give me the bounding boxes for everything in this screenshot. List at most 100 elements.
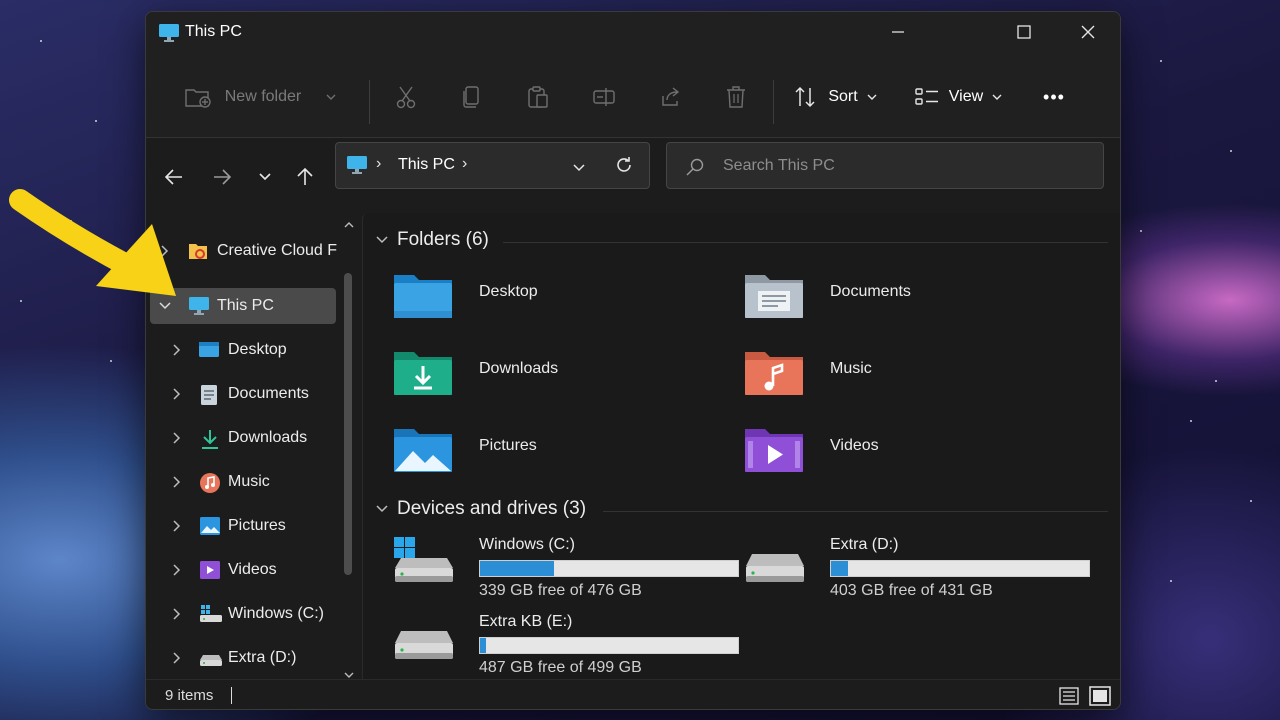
chevron-right-icon (173, 432, 181, 444)
drive-free-space: 339 GB free of 476 GB (479, 582, 642, 599)
recent-locations-button[interactable] (247, 153, 283, 201)
sidebar-item-pictures[interactable]: Pictures (150, 508, 336, 544)
sort-label: Sort (828, 88, 858, 105)
drive-usage-bar (479, 637, 739, 654)
drive-usage-bar (479, 560, 739, 577)
trash-icon (727, 86, 745, 108)
sidebar-item-videos[interactable]: Videos (150, 552, 336, 588)
arrow-up-icon (297, 167, 313, 185)
pictures-folder-icon (393, 425, 453, 478)
scroll-down-icon[interactable] (343, 671, 355, 679)
title-bar[interactable]: This PC (146, 12, 1120, 56)
breadcrumb-this-pc[interactable]: This PC (398, 156, 455, 174)
chevron-down-icon (326, 94, 336, 100)
scissors-icon (396, 86, 416, 109)
folder-label: Downloads (479, 360, 559, 377)
drive-tile-extra-kb-e[interactable]: Extra KB (E:) 487 GB free of 499 GB (377, 613, 739, 685)
sidebar-item-extra-d[interactable]: Extra (D:) (150, 640, 336, 676)
sidebar-item-label: Music (228, 473, 270, 490)
more-options-button[interactable]: ••• (1034, 56, 1074, 138)
drive-tile-extra-d[interactable]: Extra (D:) 403 GB free of 431 GB (728, 536, 1090, 608)
search-box[interactable]: Search This PC (666, 142, 1104, 189)
sidebar-item-downloads[interactable]: Downloads (150, 420, 336, 456)
chevron-right-icon (173, 564, 181, 576)
sort-button[interactable]: Sort (786, 56, 886, 138)
forward-button[interactable] (204, 153, 240, 201)
refresh-button[interactable] (614, 155, 634, 180)
folders-group-title: Folders (6) (397, 229, 489, 250)
view-label: View (948, 88, 984, 105)
sidebar-item-label: Pictures (228, 517, 286, 534)
sidebar-item-documents[interactable]: Documents (150, 376, 336, 412)
chevron-right-icon (173, 520, 181, 532)
drive-icon (744, 544, 806, 591)
group-divider (603, 511, 1108, 512)
close-button[interactable] (1056, 12, 1120, 52)
desktop-folder-icon (393, 271, 453, 324)
folder-tile-music[interactable]: Music (728, 348, 1058, 414)
share-button[interactable] (650, 56, 690, 138)
drive-usage-fill (480, 638, 487, 653)
delete-button[interactable] (716, 56, 756, 138)
drives-group-header[interactable]: Devices and drives (3) (375, 498, 586, 520)
folder-label: Pictures (479, 437, 537, 454)
search-icon (685, 157, 705, 182)
refresh-icon (617, 157, 631, 172)
drive-icon (393, 621, 455, 668)
close-icon (1081, 25, 1095, 39)
arrow-right-icon (214, 169, 232, 185)
chevron-down-icon (259, 173, 271, 181)
folder-tile-pictures[interactable]: Pictures (377, 425, 707, 491)
chevron-down-icon (376, 505, 388, 513)
folder-tile-documents[interactable]: Documents (728, 271, 1058, 337)
maximize-icon (1017, 25, 1031, 39)
documents-icon (200, 384, 218, 411)
cut-button[interactable] (386, 56, 426, 138)
breadcrumb-separator[interactable]: › (462, 155, 467, 173)
monitor-icon (346, 155, 368, 180)
sidebar-item-label: Extra (D:) (228, 649, 297, 666)
tiles-view-button[interactable] (1089, 686, 1111, 709)
scrollbar-thumb[interactable] (344, 273, 352, 575)
sidebar-item-windows-c[interactable]: Windows (C:) (150, 596, 336, 632)
more-options-icon: ••• (1043, 86, 1065, 107)
chevron-right-icon (173, 344, 181, 356)
new-folder-button[interactable]: New folder (176, 56, 346, 138)
drive-tile-windows-c[interactable]: Windows (C:) 339 GB free of 476 GB (377, 536, 739, 608)
drive-usage-bar (830, 560, 1090, 577)
sidebar-item-desktop[interactable]: Desktop (150, 332, 336, 368)
toolbar-divider (773, 80, 774, 124)
chevron-right-icon (173, 608, 181, 620)
folder-label: Videos (830, 437, 879, 454)
videos-icon (199, 560, 221, 585)
minimize-button[interactable] (866, 12, 930, 52)
copy-button[interactable] (452, 56, 492, 138)
chevron-down-icon (992, 94, 1002, 100)
folder-tile-desktop[interactable]: Desktop (377, 271, 707, 337)
view-icon (915, 88, 938, 105)
sidebar-item-music[interactable]: Music (150, 464, 336, 500)
paste-button[interactable] (518, 56, 558, 138)
copy-icon (463, 86, 479, 108)
sidebar-item-label: Documents (228, 385, 309, 402)
address-history-button[interactable] (572, 160, 586, 178)
rename-button[interactable] (584, 56, 624, 138)
sidebar-scrollbar[interactable] (340, 221, 360, 681)
folders-group-header[interactable]: Folders (6) (375, 229, 489, 251)
folder-tile-videos[interactable]: Videos (728, 425, 1058, 491)
item-count: 9 items (165, 687, 214, 704)
details-view-button[interactable] (1059, 687, 1079, 709)
new-folder-icon (185, 89, 211, 108)
download-icon (200, 428, 220, 455)
sort-icon (795, 86, 815, 108)
folder-tile-downloads[interactable]: Downloads (377, 348, 707, 414)
annotation-arrow-icon (9, 189, 176, 296)
chevron-right-icon (173, 652, 181, 664)
view-button[interactable]: View (906, 56, 1012, 138)
address-bar[interactable]: › This PC › (335, 142, 650, 189)
maximize-button[interactable] (992, 12, 1056, 52)
up-button[interactable] (287, 153, 323, 201)
drive-icon (199, 648, 223, 673)
scroll-up-icon[interactable] (343, 221, 355, 229)
drives-group-title: Devices and drives (3) (397, 498, 587, 519)
